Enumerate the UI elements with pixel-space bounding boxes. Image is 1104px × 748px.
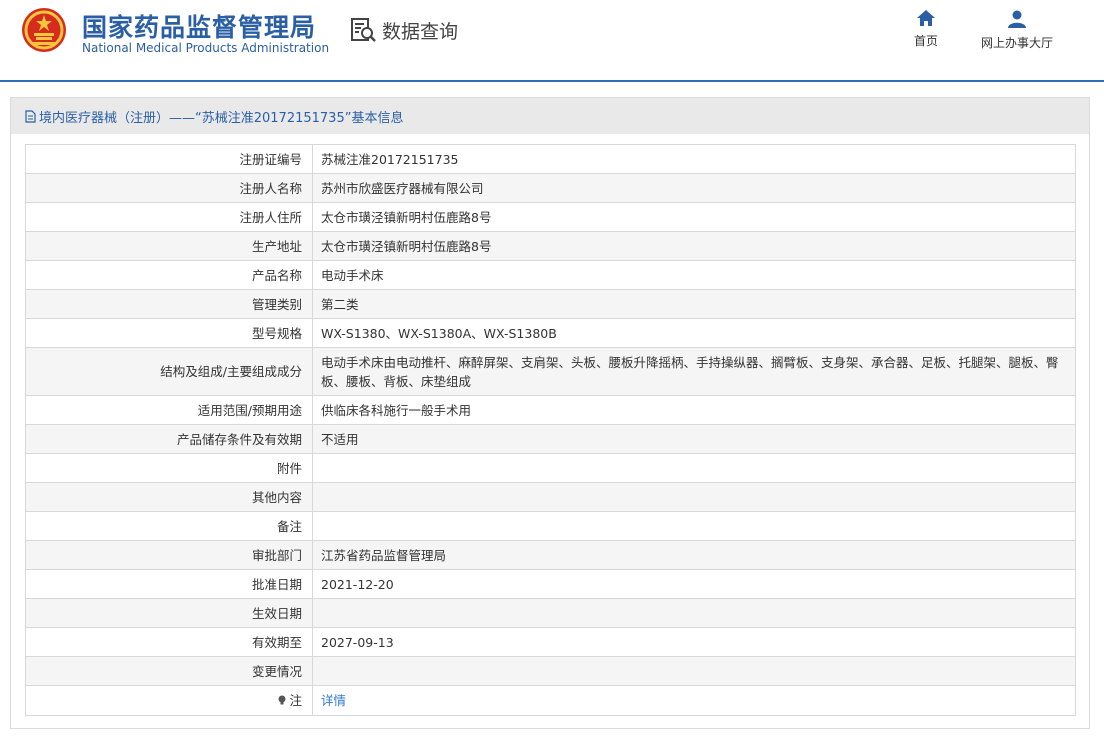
row-value: 苏州市欣盛医疗器械有限公司 bbox=[312, 173, 1076, 203]
row-label: 批准日期 bbox=[25, 569, 313, 599]
row-value: 电动手术床 bbox=[312, 260, 1076, 290]
table-row: 备注 bbox=[25, 511, 1076, 541]
table-row: 附件 bbox=[25, 453, 1076, 483]
row-value bbox=[312, 482, 1076, 512]
row-value: 太仓市璜泾镇新明村伍鹿路8号 bbox=[312, 231, 1076, 261]
table-row: 产品名称 电动手术床 bbox=[25, 260, 1076, 290]
row-value: 第二类 bbox=[312, 289, 1076, 319]
row-value: 供临床各科施行一般手术用 bbox=[312, 395, 1076, 425]
table-row: 其他内容 bbox=[25, 482, 1076, 512]
row-label: 备注 bbox=[25, 511, 313, 541]
row-label: 型号规格 bbox=[25, 318, 313, 348]
row-label: 注册证编号 bbox=[25, 144, 313, 174]
row-label: 审批部门 bbox=[25, 540, 313, 570]
row-value: 不适用 bbox=[312, 424, 1076, 454]
row-label: 生产地址 bbox=[25, 231, 313, 261]
table-row: 审批部门 江苏省药品监督管理局 bbox=[25, 540, 1076, 570]
details-link[interactable]: 详情 bbox=[321, 693, 346, 708]
row-label: 适用范围/预期用途 bbox=[25, 395, 313, 425]
nav-home-label: 首页 bbox=[913, 34, 938, 48]
table-row: 型号规格 WX-S1380、WX-S1380A、WX-S1380B bbox=[25, 318, 1076, 348]
table-row: 注 详情 bbox=[25, 685, 1076, 716]
row-label: 注 bbox=[289, 692, 302, 708]
row-value: 太仓市璜泾镇新明村伍鹿路8号 bbox=[312, 202, 1076, 232]
national-emblem-icon bbox=[22, 8, 66, 52]
row-value bbox=[312, 511, 1076, 541]
detail-panel: 境内医疗器械（注册）——“苏械注准20172151735”基本信息 注册证编号 … bbox=[10, 97, 1090, 729]
row-value bbox=[312, 656, 1076, 686]
row-label: 产品储存条件及有效期 bbox=[25, 424, 313, 454]
document-icon bbox=[25, 109, 36, 123]
row-label: 变更情况 bbox=[25, 656, 313, 686]
table-row: 注册证编号 苏械注准20172151735 bbox=[25, 144, 1076, 174]
info-table: 注册证编号 苏械注准20172151735 注册人名称 苏州市欣盛医疗器械有限公… bbox=[25, 144, 1076, 716]
table-row: 注册人名称 苏州市欣盛医疗器械有限公司 bbox=[25, 173, 1076, 203]
home-icon bbox=[917, 10, 935, 26]
row-label: 管理类别 bbox=[25, 289, 313, 319]
note-bulb-icon bbox=[278, 695, 286, 705]
data-query-label: 数据查询 bbox=[382, 20, 459, 43]
site-header: 国家药品监督管理局 National Medical Products Admi… bbox=[0, 0, 1104, 82]
row-value bbox=[312, 598, 1076, 628]
header-divider bbox=[0, 80, 1104, 82]
data-query-icon bbox=[351, 18, 376, 42]
row-label: 有效期至 bbox=[25, 627, 313, 657]
nav-home[interactable]: 首页 bbox=[907, 10, 945, 49]
data-query-title: 数据查询 bbox=[350, 16, 458, 44]
org-name-en[interactable]: National Medical Products Administration bbox=[82, 41, 329, 55]
table-row: 生效日期 bbox=[25, 598, 1076, 628]
table-row: 批准日期 2021-12-20 bbox=[25, 569, 1076, 599]
row-label: 产品名称 bbox=[25, 260, 313, 290]
row-value: 苏械注准20172151735 bbox=[312, 144, 1076, 174]
note-label-cell: 注 bbox=[25, 685, 313, 716]
row-label: 其他内容 bbox=[25, 482, 313, 512]
table-row: 产品储存条件及有效期 不适用 bbox=[25, 424, 1076, 454]
row-value bbox=[312, 453, 1076, 483]
org-name-cn[interactable]: 国家药品监督管理局 bbox=[82, 8, 316, 44]
user-icon bbox=[1008, 10, 1026, 28]
row-label: 注册人名称 bbox=[25, 173, 313, 203]
row-value: WX-S1380、WX-S1380A、WX-S1380B bbox=[312, 318, 1076, 348]
panel-title: 境内医疗器械（注册）——“苏械注准20172151735”基本信息 bbox=[39, 110, 404, 126]
row-label: 结构及组成/主要组成成分 bbox=[25, 347, 313, 396]
table-row: 变更情况 bbox=[25, 656, 1076, 686]
nav-online-office[interactable]: 网上办事大厅 bbox=[974, 10, 1060, 51]
row-label: 附件 bbox=[25, 453, 313, 483]
row-value: 2027-09-13 bbox=[312, 627, 1076, 657]
table-row: 管理类别 第二类 bbox=[25, 289, 1076, 319]
table-row: 生产地址 太仓市璜泾镇新明村伍鹿路8号 bbox=[25, 231, 1076, 261]
table-row: 有效期至 2027-09-13 bbox=[25, 627, 1076, 657]
nav-online-office-label: 网上办事大厅 bbox=[980, 36, 1053, 50]
table-row: 注册人住所 太仓市璜泾镇新明村伍鹿路8号 bbox=[25, 202, 1076, 232]
row-label: 生效日期 bbox=[25, 598, 313, 628]
row-label: 注册人住所 bbox=[25, 202, 313, 232]
table-row: 结构及组成/主要组成成分 电动手术床由电动推杆、麻醉屏架、支肩架、头板、腰板升降… bbox=[25, 347, 1076, 396]
row-value: 电动手术床由电动推杆、麻醉屏架、支肩架、头板、腰板升降摇柄、手持操纵器、搁臂板、… bbox=[312, 347, 1076, 396]
panel-header: 境内医疗器械（注册）——“苏械注准20172151735”基本信息 bbox=[11, 98, 1089, 134]
row-value: 江苏省药品监督管理局 bbox=[312, 540, 1076, 570]
row-value: 详情 bbox=[312, 685, 1076, 716]
row-value: 2021-12-20 bbox=[312, 569, 1076, 599]
table-row: 适用范围/预期用途 供临床各科施行一般手术用 bbox=[25, 395, 1076, 425]
